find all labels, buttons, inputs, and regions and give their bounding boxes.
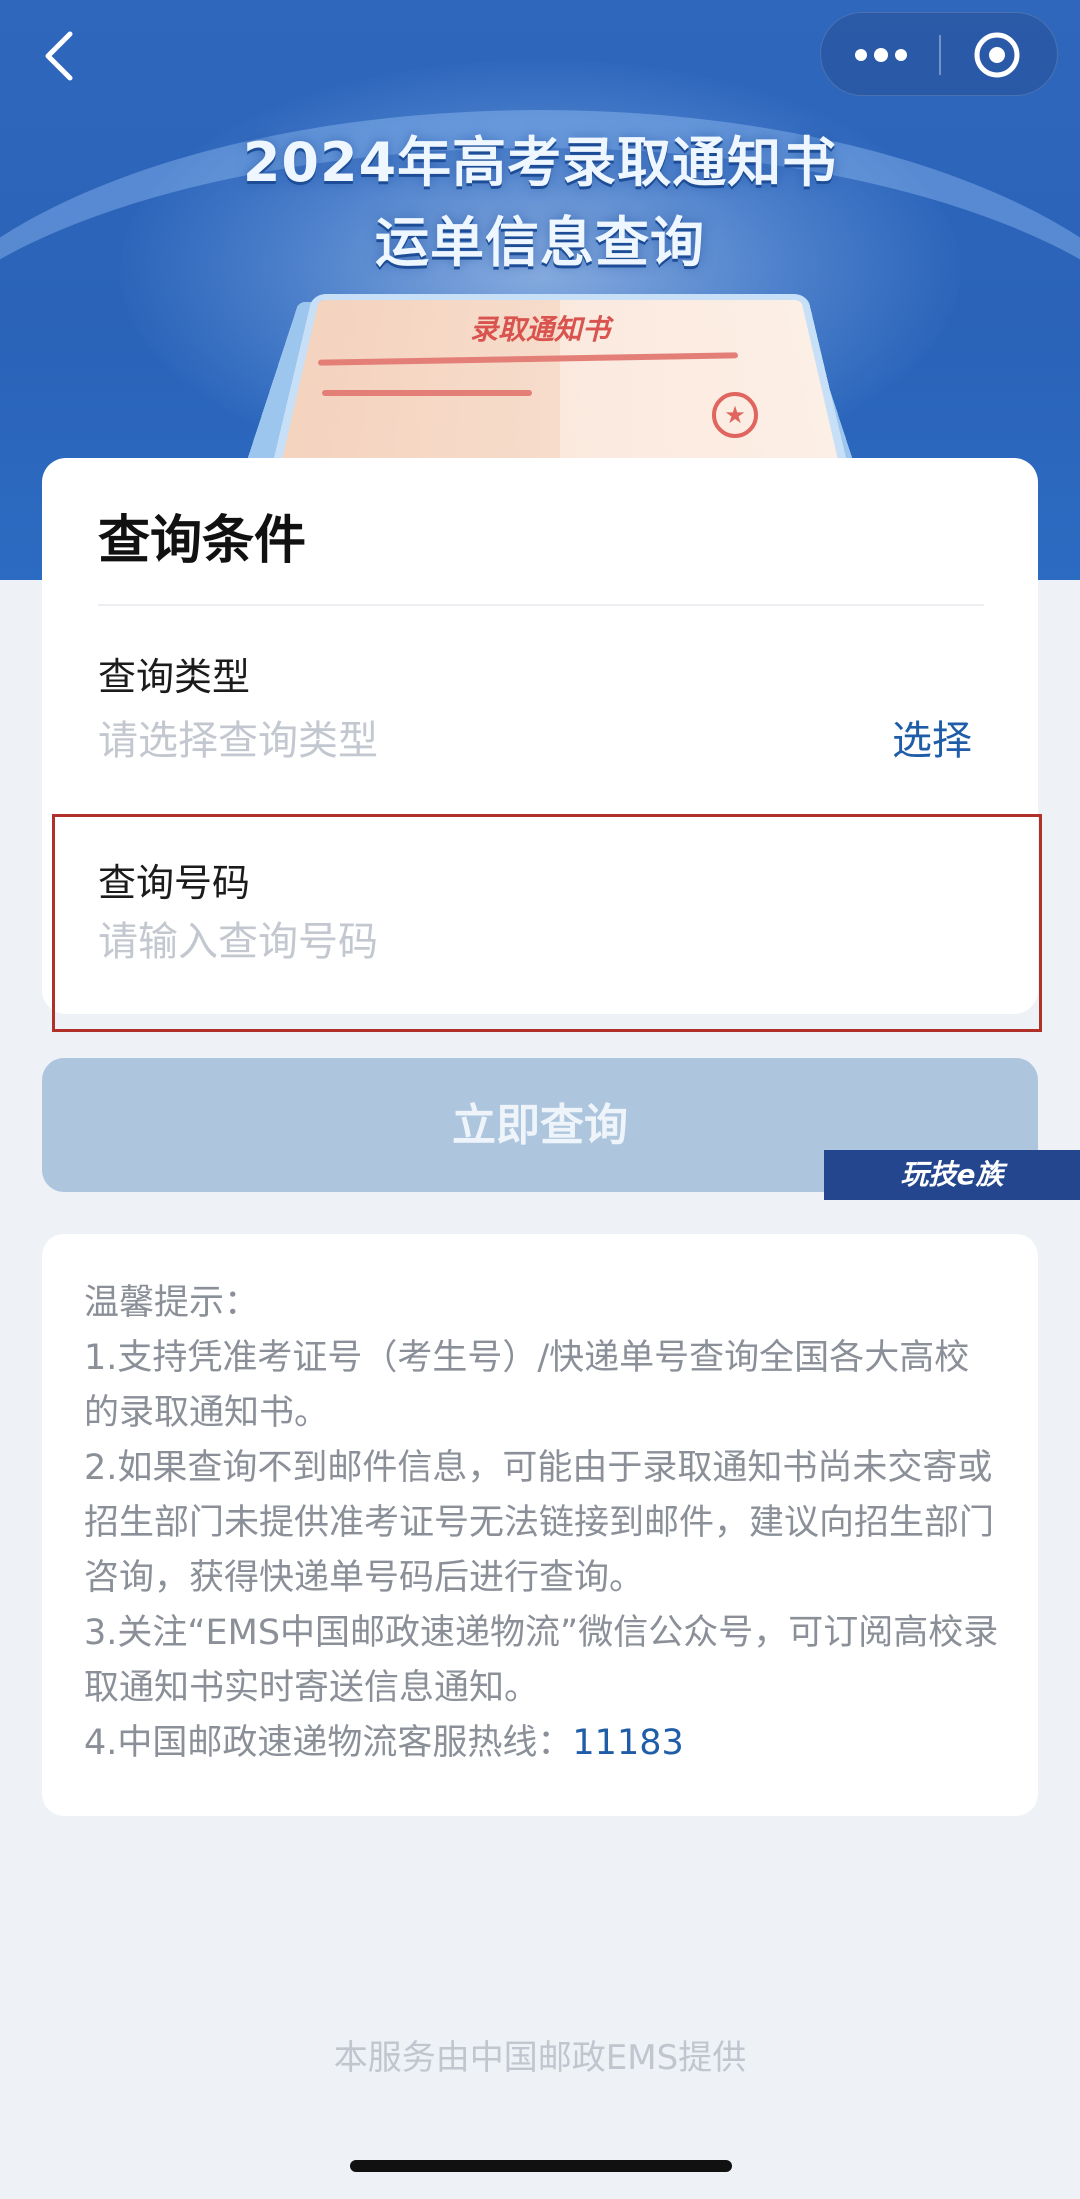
target-close-icon[interactable] xyxy=(972,30,1022,80)
query-type-label: 查询类型 xyxy=(98,655,251,699)
letter-heading: 录取通知书 xyxy=(469,313,610,346)
more-dots-icon[interactable] xyxy=(853,40,909,70)
watermark-badge: 玩技e族 xyxy=(824,1150,1080,1200)
card-title: 查询条件 xyxy=(98,511,307,571)
chevron-left-icon[interactable] xyxy=(40,28,80,84)
query-conditions-card: 查询条件 查询类型 请选择查询类型 选择 查询号码 xyxy=(42,458,1038,1014)
hotline-label: 4.中国邮政速递物流客服热线： xyxy=(84,1723,573,1763)
service-provider-footer: 本服务由中国邮政EMS提供 xyxy=(333,2038,747,2078)
seal-icon: ★ xyxy=(712,392,758,438)
tips-card: 温馨提示： 1.支持凭准考证号（考生号）/快递单号查询全国各大高校的录取通知书。… xyxy=(42,1234,1038,1816)
banner-title-line1: 2024年高考录取通知书 xyxy=(242,131,838,194)
select-type-link[interactable]: 选择 xyxy=(892,708,972,766)
tip-item-hotline: 4.中国邮政速递物流客服热线：11183 xyxy=(84,1716,1004,1771)
capsule-divider xyxy=(939,35,941,75)
query-type-picker[interactable]: 请选择查询类型 xyxy=(98,708,378,766)
tip-item: 2.如果查询不到邮件信息，可能由于录取通知书尚未交寄或招生部门未提供准考证号无法… xyxy=(84,1448,995,1598)
tips-body: 温馨提示： 1.支持凭准考证号（考生号）/快递单号查询全国各大高校的录取通知书。… xyxy=(84,1276,1004,1771)
tips-heading: 温馨提示： xyxy=(84,1283,260,1323)
tip-item: 3.关注“EMS中国邮政速递物流”微信公众号，可订阅高校录取通知书实时寄送信息通… xyxy=(84,1613,999,1708)
query-number-label: 查询号码 xyxy=(98,861,251,905)
query-number-input[interactable] xyxy=(98,910,978,974)
home-indicator[interactable] xyxy=(350,2160,732,2172)
card-divider xyxy=(98,604,984,606)
tip-item: 1.支持凭准考证号（考生号）/快递单号查询全国各大高校的录取通知书。 xyxy=(84,1338,970,1433)
banner-title-line2: 运单信息查询 xyxy=(375,211,705,274)
mini-program-capsule xyxy=(820,12,1058,96)
hotline-number-link[interactable]: 11183 xyxy=(572,1723,683,1763)
letter-line xyxy=(322,390,532,396)
